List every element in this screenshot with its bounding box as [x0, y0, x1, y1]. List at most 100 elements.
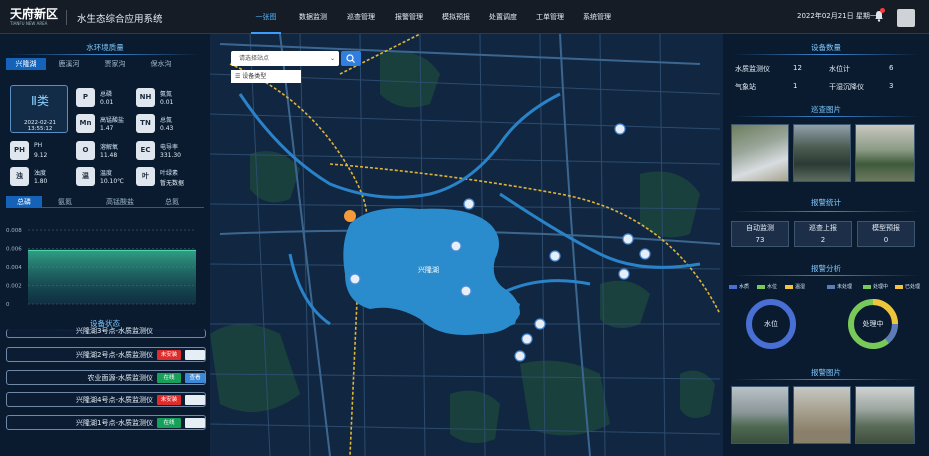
tab-jiajia-ditch[interactable]: 贾家沟 — [92, 58, 138, 70]
metric-value: 暂无数据 — [160, 180, 185, 187]
nav-alarm[interactable]: 报警管理 — [385, 0, 433, 34]
metric-name: 氨氮 — [160, 91, 173, 98]
device-row[interactable]: 农业面源-水质监测仪 在线 查看 — [6, 370, 206, 385]
water-grade-card: Ⅱ类 2022-02-21 13:55:12 — [10, 85, 68, 133]
inspection-photos-title: 巡查图片 — [811, 105, 841, 114]
device-type-filter[interactable]: ☰ 设备类型 — [231, 70, 301, 83]
metric-dissolved-oxygen: O 溶解氧 11.48 — [76, 141, 140, 163]
avatar[interactable] — [897, 9, 915, 27]
legend-processing: 处理中 — [863, 283, 888, 290]
series-area — [28, 250, 196, 304]
alarm-photo[interactable] — [731, 386, 789, 444]
water-body-tabs: 兴隆湖 鹿溪河 贾家沟 保水沟 — [6, 58, 184, 70]
status-badge: 未安装 — [157, 395, 181, 405]
nav-inspection[interactable]: 巡查管理 — [337, 0, 385, 34]
metric-total-phosphorus: P 总磷 0.01 — [76, 88, 140, 110]
current-date: 2022年02月21日 星期一 — [797, 12, 877, 20]
alarm-stat-value: 73 — [755, 236, 765, 244]
oxygen-icon: O — [76, 141, 95, 160]
status-badge: 在线 — [157, 418, 181, 428]
metric-conductivity: EC 电导率 331.30 — [136, 141, 200, 163]
legend-unprocessed: 未处理 — [827, 283, 852, 290]
legend-label: 处理中 — [873, 284, 889, 290]
metric-name: 总氮 — [160, 117, 173, 124]
nav-forecast[interactable]: 模拟预报 — [433, 0, 479, 34]
metric-chlorophyll: 叶 叶绿素 暂无数据 — [136, 167, 200, 189]
metric-ammonia: NH 氨氮 0.01 — [136, 88, 200, 110]
device-name: 兴隆湖4号点-水质监测仪 — [76, 396, 153, 404]
metric-name: 叶绿素 — [160, 170, 179, 177]
nav-one-map[interactable]: 一张图 — [243, 0, 289, 34]
alarm-analysis-title: 报警分析 — [811, 264, 841, 273]
tab-permanganate[interactable]: 高锰酸盐 — [88, 196, 152, 208]
top-bar: 天府新区 TIANFU NEW AREA 水生态综合应用系统 一张图 数据监测 … — [0, 0, 929, 34]
title-underline — [733, 379, 919, 380]
tab-ammonia[interactable]: 氨氮 — [42, 196, 88, 208]
legend-water-quality: 水质 — [729, 283, 749, 290]
thermometer-icon: 温 — [76, 167, 95, 186]
nitrogen-icon: TN — [136, 114, 155, 133]
count-value: 6 — [889, 64, 894, 72]
tab-total-phosphorus[interactable]: 总磷 — [6, 196, 42, 208]
nav-system[interactable]: 系统管理 — [573, 0, 621, 34]
logo-main-text: 天府新区 — [10, 7, 59, 21]
alarm-photos-title: 报警图片 — [811, 368, 841, 377]
y-tick-label: 0.008 — [6, 228, 22, 234]
tab-baoshui-ditch[interactable]: 保水沟 — [138, 58, 184, 70]
search-button[interactable] — [341, 51, 361, 66]
view-button[interactable] — [185, 350, 205, 360]
count-label: 气象站 — [735, 83, 756, 91]
count-value: 3 — [889, 82, 894, 90]
device-row[interactable]: 兴隆湖4号点-水质监测仪 未安装 — [6, 392, 206, 407]
metric-name: 电导率 — [160, 144, 179, 151]
count-value: 12 — [793, 64, 802, 72]
title-underline — [733, 275, 919, 276]
y-tick-label: 0 — [6, 302, 10, 308]
count-label: 水质监测仪 — [735, 65, 770, 73]
status-badge: 未安装 — [157, 350, 181, 360]
metric-name: 浊度 — [34, 170, 47, 177]
device-row[interactable]: 兴隆湖1号点-水质监测仪 在线 — [6, 415, 206, 430]
legend-processed: 已处理 — [895, 283, 920, 290]
tab-luxi-river[interactable]: 鹿溪河 — [46, 58, 92, 70]
view-button[interactable] — [185, 395, 205, 405]
inspection-photo[interactable] — [793, 124, 851, 182]
nav-data-monitor[interactable]: 数据监测 — [289, 0, 337, 34]
alarm-photo[interactable] — [793, 386, 851, 444]
metric-value: 0.01 — [100, 99, 114, 106]
inspection-photo[interactable] — [731, 124, 789, 182]
metric-name: PH — [34, 142, 43, 149]
tab-xinglong-lake[interactable]: 兴隆湖 — [6, 58, 46, 70]
legend-label: 已处理 — [905, 284, 921, 290]
metric-ph: PH PH 9.12 — [10, 141, 74, 163]
status-badge: 在线 — [157, 373, 181, 383]
logo: 天府新区 TIANFU NEW AREA — [10, 7, 58, 27]
metric-value: 1.80 — [34, 178, 48, 185]
device-name: 兴隆湖3号点-水质监测仪 — [76, 327, 153, 335]
left-panel: 水环境质量 兴隆湖 鹿溪河 贾家沟 保水沟 Ⅱ类 2022-02-21 13:5… — [0, 34, 210, 456]
metric-value: 1.47 — [100, 125, 114, 132]
nav-workorder[interactable]: 工单管理 — [527, 0, 573, 34]
metric-name: 溶解氧 — [100, 144, 119, 151]
inspection-photo[interactable] — [855, 124, 915, 182]
metric-value: 10.10℃ — [100, 178, 124, 185]
legend-label: 水质 — [739, 284, 750, 290]
water-grade: Ⅱ类 — [31, 94, 49, 108]
title-underline — [10, 54, 200, 55]
count-label: 干湿沉降仪 — [829, 83, 864, 91]
view-button[interactable] — [185, 418, 205, 428]
alarm-photo[interactable] — [855, 386, 915, 444]
count-value: 1 — [793, 82, 798, 90]
leaf-icon: 叶 — [136, 167, 155, 186]
metric-value: 11.48 — [100, 152, 118, 159]
metric-temperature: 温 温度 10.10℃ — [76, 167, 140, 189]
donut-center-label: 水位 — [764, 320, 778, 328]
y-tick-label: 0.006 — [6, 247, 22, 253]
metric-value: 0.01 — [160, 99, 174, 106]
device-row[interactable]: 兴隆湖2号点-水质监测仪 未安装 — [6, 347, 206, 362]
tab-total-nitrogen[interactable]: 总氮 — [152, 196, 192, 208]
station-select[interactable]: 请选择站点 ⌄ — [231, 51, 339, 66]
view-button[interactable]: 查看 — [185, 373, 205, 383]
trend-chart: 0.008 0.006 0.004 0.002 0 — [6, 228, 196, 308]
nav-dispatch[interactable]: 处置调度 — [479, 0, 527, 34]
